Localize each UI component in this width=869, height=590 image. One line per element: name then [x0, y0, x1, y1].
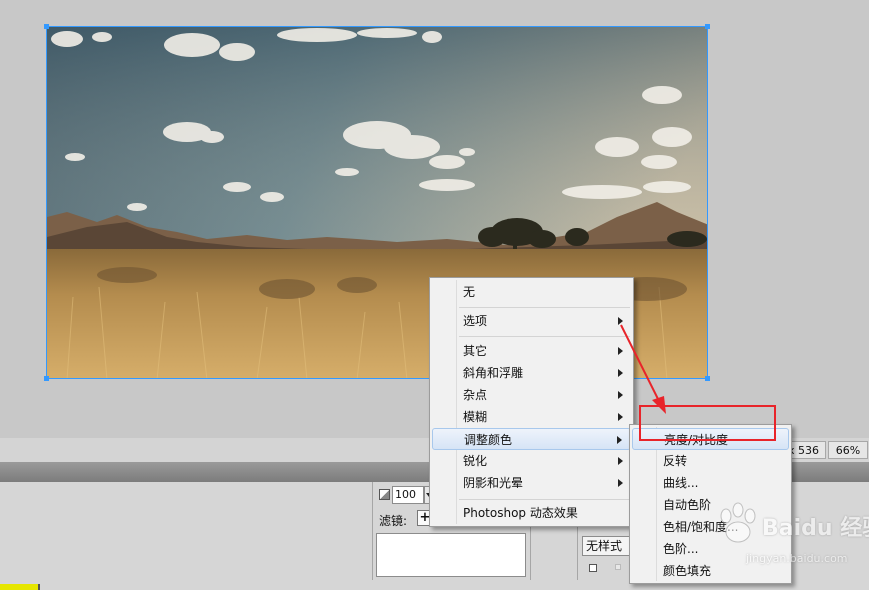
- submenu-arrow-icon: [618, 317, 623, 325]
- adjust-color-submenu: 亮度/对比度 反转 曲线... 自动色阶 色相/饱和度... 色阶... 颜色填…: [629, 424, 792, 584]
- menu-item-label: 其它: [463, 344, 488, 358]
- menu-item-label: 无: [463, 285, 476, 299]
- style-options-icon[interactable]: [615, 564, 621, 570]
- submenu-arrow-icon: [618, 479, 623, 487]
- menu-item-label: 斜角和浮雕: [463, 366, 524, 380]
- submenu-arrow-icon: [618, 457, 623, 465]
- menu-separator: [459, 307, 630, 308]
- submenu-item-invert[interactable]: 反转: [632, 450, 789, 472]
- submenu-item-brightness-contrast[interactable]: 亮度/对比度: [632, 428, 789, 450]
- submenu-arrow-icon: [618, 369, 623, 377]
- opacity-input[interactable]: 100: [392, 486, 424, 504]
- selection-handle[interactable]: [705, 24, 710, 29]
- submenu-arrow-icon: [618, 413, 623, 421]
- submenu-item-auto-levels[interactable]: 自动色阶: [632, 494, 789, 516]
- style-dropdown[interactable]: 无样式: [582, 536, 632, 556]
- menu-item-label: 色阶...: [663, 542, 699, 556]
- menu-item-label: 杂点: [463, 388, 488, 402]
- selection-handle[interactable]: [44, 376, 49, 381]
- submenu-arrow-icon: [618, 347, 623, 355]
- submenu-item-curves[interactable]: 曲线...: [632, 472, 789, 494]
- submenu-item-hue-saturation[interactable]: 色相/饱和度...: [632, 516, 789, 538]
- menu-item-sharpen[interactable]: 锐化: [432, 450, 631, 472]
- menu-item-label: Photoshop 动态效果: [463, 506, 578, 520]
- opacity-value: 100: [395, 488, 416, 501]
- filter-list[interactable]: [376, 533, 526, 577]
- menu-item-label: 模糊: [463, 410, 488, 424]
- selection-handle[interactable]: [44, 24, 49, 29]
- menu-item-adjust-color[interactable]: 调整颜色: [432, 428, 631, 450]
- menu-item-label: 自动色阶: [663, 498, 712, 512]
- menu-item-label: 亮度/对比度: [664, 433, 729, 447]
- menu-item-label: 颜色填充: [663, 564, 712, 578]
- panel-divider: [372, 482, 373, 580]
- filter-context-menu: 无 选项 其它 斜角和浮雕 杂点 模糊 调整颜色 锐化 阴影和光晕 Photos…: [429, 277, 634, 527]
- menu-item-noise[interactable]: 杂点: [432, 384, 631, 406]
- submenu-item-color-fill[interactable]: 颜色填充: [632, 560, 789, 582]
- menu-item-label: 阴影和光晕: [463, 476, 524, 490]
- menu-item-photoshop-live-effects[interactable]: Photoshop 动态效果: [432, 502, 631, 524]
- menu-separator: [459, 499, 630, 500]
- menu-item-other[interactable]: 其它: [432, 340, 631, 362]
- filter-label: 滤镜:: [379, 514, 408, 528]
- opacity-icon: [379, 489, 390, 500]
- menu-item-bevel-emboss[interactable]: 斜角和浮雕: [432, 362, 631, 384]
- menu-item-options[interactable]: 选项: [432, 310, 631, 332]
- menu-item-label: 锐化: [463, 454, 488, 468]
- menu-item-label: 反转: [663, 454, 688, 468]
- style-value: 无样式: [586, 539, 623, 553]
- submenu-arrow-icon: [617, 436, 622, 444]
- submenu-arrow-icon: [618, 391, 623, 399]
- zoom-level[interactable]: 66%: [828, 441, 868, 459]
- menu-separator: [459, 336, 630, 337]
- menu-item-label: 调整颜色: [464, 433, 513, 447]
- menu-item-label: 选项: [463, 314, 488, 328]
- menu-item-none[interactable]: 无: [432, 281, 631, 303]
- menu-item-blur[interactable]: 模糊: [432, 406, 631, 428]
- new-style-icon[interactable]: [589, 564, 597, 572]
- selection-handle[interactable]: [705, 376, 710, 381]
- yellow-indicator: [0, 584, 40, 590]
- submenu-item-levels[interactable]: 色阶...: [632, 538, 789, 560]
- menu-item-label: 色相/饱和度...: [663, 520, 739, 534]
- menu-item-label: 曲线...: [663, 476, 699, 490]
- menu-item-shadow-glow[interactable]: 阴影和光晕: [432, 472, 631, 494]
